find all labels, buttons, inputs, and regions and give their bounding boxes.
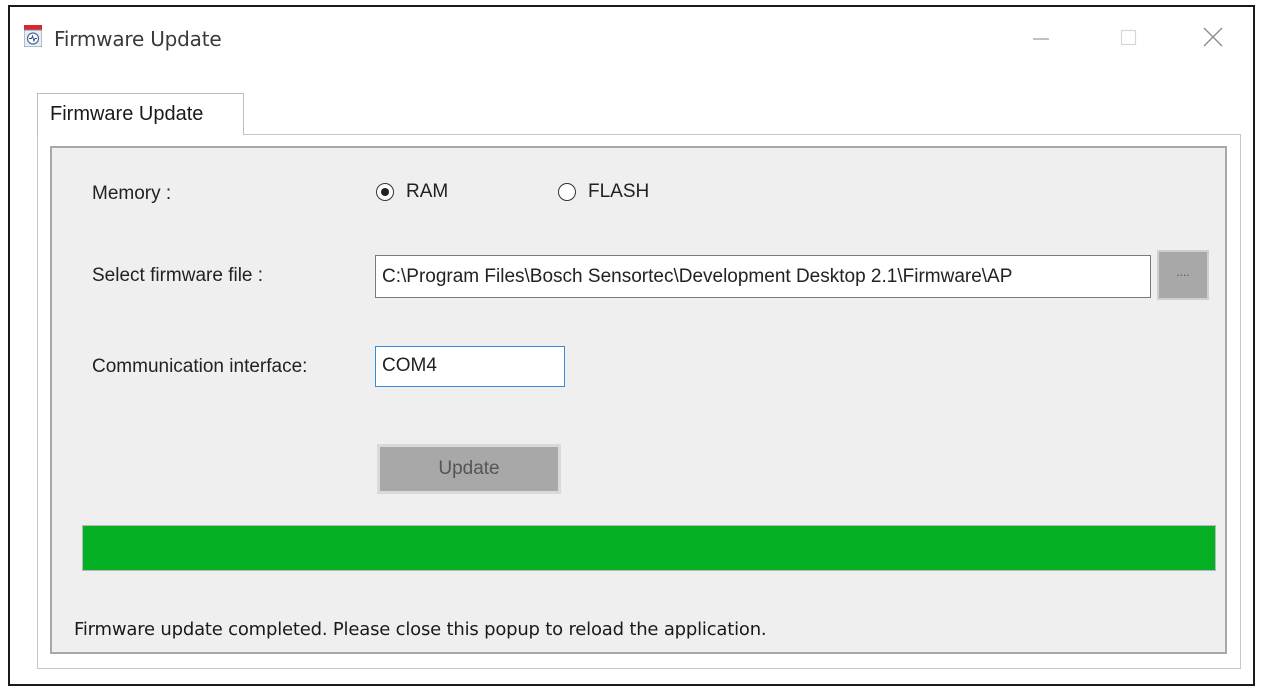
radio-ram-label[interactable]: RAM	[406, 181, 448, 203]
update-button[interactable]: Update	[377, 444, 561, 494]
settings-panel: Memory : RAM FLASH Select firmware file …	[50, 146, 1227, 654]
minimize-button[interactable]	[1018, 19, 1064, 55]
browse-button[interactable]: ....	[1157, 250, 1209, 300]
radio-ram[interactable]: RAM	[376, 181, 448, 203]
maximize-button[interactable]	[1105, 19, 1151, 55]
radio-flash-indicator[interactable]	[558, 183, 576, 201]
tab-firmware-update[interactable]: Firmware Update	[37, 93, 244, 135]
title-bar[interactable]: Firmware Update	[10, 7, 1253, 75]
firmware-update-window: Firmware Update Firmware Update Memory :…	[8, 5, 1255, 686]
minimize-icon	[1033, 38, 1049, 40]
close-icon	[1203, 27, 1223, 47]
firmware-file-field[interactable]: C:\Program Files\Bosch Sensortec\Develop…	[375, 255, 1151, 298]
tab-pane: Memory : RAM FLASH Select firmware file …	[37, 134, 1241, 669]
comm-interface-label: Communication interface:	[92, 356, 308, 377]
radio-flash-label[interactable]: FLASH	[588, 181, 649, 203]
window-title: Firmware Update	[54, 27, 222, 51]
radio-ram-indicator[interactable]	[376, 183, 394, 201]
app-icon	[24, 25, 42, 47]
progress-fill	[83, 526, 1215, 570]
comm-interface-field[interactable]: COM4	[375, 346, 565, 387]
firmware-file-label: Select firmware file :	[92, 265, 264, 286]
status-message: Firmware update completed. Please close …	[74, 619, 767, 640]
radio-flash[interactable]: FLASH	[558, 181, 649, 203]
progress-bar	[82, 525, 1216, 571]
maximize-icon	[1120, 29, 1137, 46]
memory-label: Memory :	[92, 183, 172, 204]
close-button[interactable]	[1190, 19, 1236, 55]
